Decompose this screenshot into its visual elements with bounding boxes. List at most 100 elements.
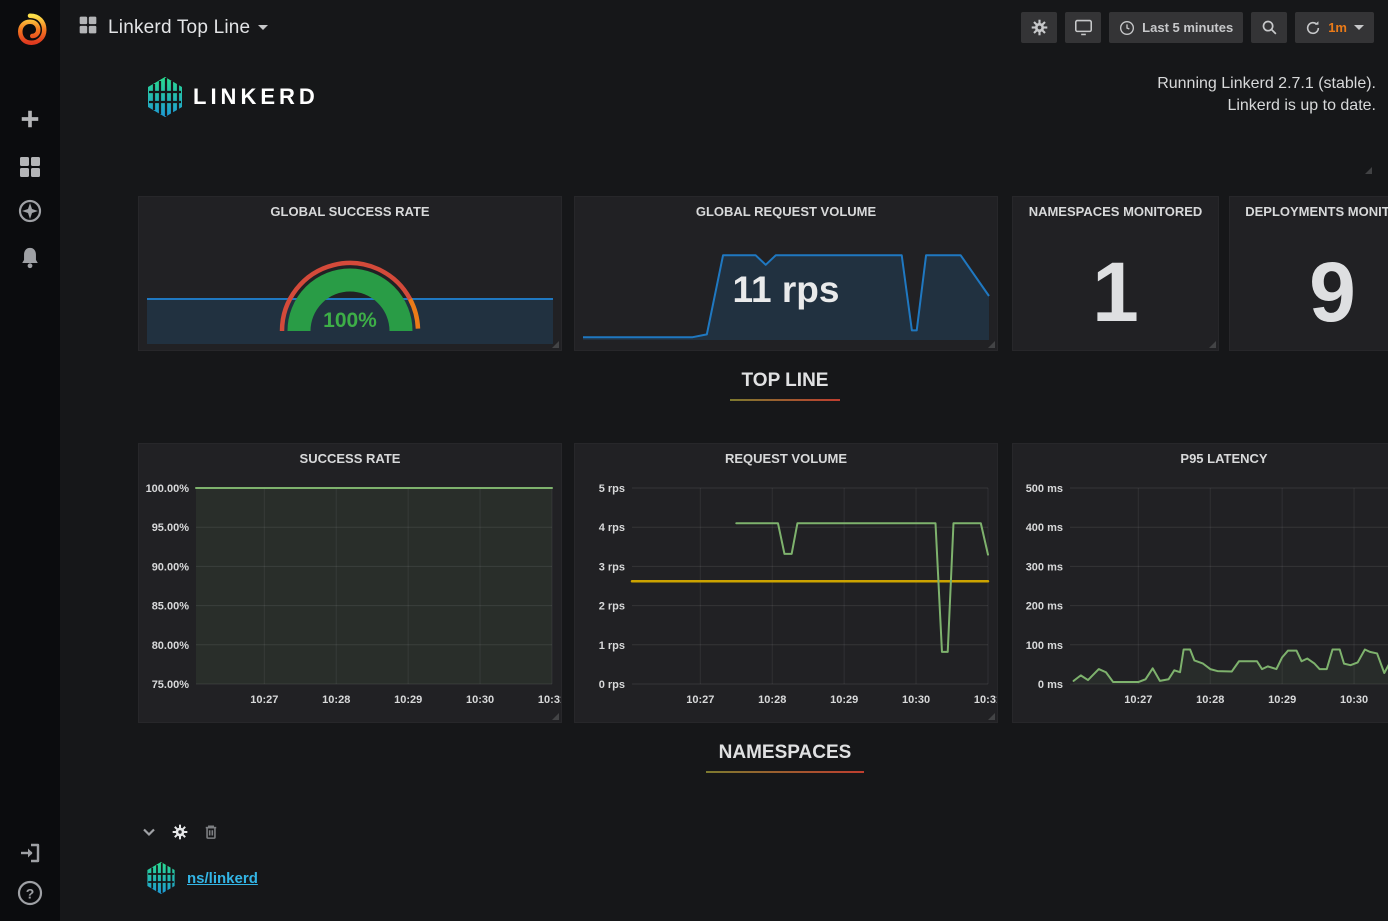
section-title: TOP LINE <box>742 370 829 399</box>
svg-text:10:28: 10:28 <box>322 694 350 706</box>
svg-text:10:28: 10:28 <box>1196 694 1224 706</box>
panel-title[interactable]: REQUEST VOLUME <box>575 451 997 466</box>
magnifier-icon <box>1261 19 1278 36</box>
alerting-bell-icon[interactable] <box>0 238 60 278</box>
section-title: NAMESPACES <box>719 742 852 771</box>
namespace-row: ns/linkerd <box>145 860 258 896</box>
request-volume-chart[interactable]: 10:27 10:28 10:29 10:30 10:31 5 rps 4 rps 3 rps… <box>575 472 997 722</box>
refresh-button[interactable]: 1m <box>1295 12 1374 43</box>
svg-text:100.00%: 100.00% <box>146 483 190 495</box>
dashboard-grid-icon[interactable] <box>78 15 98 40</box>
row-collapse-chevron-icon[interactable] <box>142 827 156 837</box>
svg-text:10:29: 10:29 <box>394 694 422 706</box>
svg-text:10:29: 10:29 <box>1268 694 1296 706</box>
svg-text:0 rps: 0 rps <box>599 679 625 691</box>
row-controls <box>142 824 218 840</box>
refresh-interval-label: 1m <box>1328 20 1347 35</box>
linkerd-brand: LINKERD <box>145 75 319 119</box>
dashboard-title: Linkerd Top Line <box>108 17 250 39</box>
svg-text:10:30: 10:30 <box>902 694 930 706</box>
cycle-view-button[interactable] <box>1065 12 1101 43</box>
svg-text:2 rps: 2 rps <box>599 601 625 613</box>
svg-text:?: ? <box>26 886 35 902</box>
svg-text:100 ms: 100 ms <box>1026 640 1063 652</box>
dashboard-settings-button[interactable] <box>1021 12 1057 43</box>
stat-value: 11 rps <box>575 269 997 311</box>
zoom-out-button[interactable] <box>1251 12 1287 43</box>
panel-resize-handle[interactable] <box>988 713 995 720</box>
p95-latency-chart[interactable]: 10:2710:2810:2910:3010:31500 ms400 ms300… <box>1013 472 1388 722</box>
time-range-button[interactable]: Last 5 minutes <box>1109 12 1243 43</box>
success-rate-chart[interactable]: 10:27 10:28 10:29 10:30 10:31 100.00% 95.00% 90… <box>139 472 561 722</box>
svg-text:80.00%: 80.00% <box>152 640 190 652</box>
stat-value: 1 <box>1013 235 1218 350</box>
svg-text:200 ms: 200 ms <box>1026 601 1063 613</box>
panel-request-volume[interactable]: REQUEST VOLUME 10:27 10:28 10:29 10:30 10:31… <box>574 443 998 723</box>
add-icon[interactable] <box>0 99 60 139</box>
dashboard-area: LINKERD Running Linkerd 2.7.1 (stable). … <box>60 55 1388 921</box>
linkerd-status-text: Running Linkerd 2.7.1 (stable). Linkerd … <box>1157 73 1376 117</box>
dashboard-title-dropdown[interactable]: Linkerd Top Line <box>108 17 268 39</box>
panel-resize-handle[interactable] <box>552 713 559 720</box>
grafana-logo[interactable] <box>0 8 60 52</box>
brand-text: LINKERD <box>193 84 319 110</box>
svg-text:5 rps: 5 rps <box>599 483 625 495</box>
linkerd-logo-icon <box>145 75 185 119</box>
panel-success-rate[interactable]: SUCCESS RATE 10:2710:2810:2910:3010:3110… <box>138 443 562 723</box>
chevron-down-icon <box>1354 25 1364 30</box>
panel-resize-handle[interactable] <box>1209 341 1216 348</box>
svg-text:10:30: 10:30 <box>1340 694 1368 706</box>
time-range-label: Last 5 minutes <box>1142 20 1233 35</box>
svg-text:300 ms: 300 ms <box>1026 561 1063 573</box>
svg-text:75.00%: 75.00% <box>152 679 190 691</box>
chevron-down-icon <box>258 25 268 30</box>
svg-text:3 rps: 3 rps <box>599 561 625 573</box>
svg-text:10:27: 10:27 <box>1124 694 1152 706</box>
row-settings-gear-icon[interactable] <box>172 824 188 840</box>
panel-title[interactable]: DEPLOYMENTS MONITOR... <box>1230 204 1388 219</box>
svg-text:0 ms: 0 ms <box>1038 679 1063 691</box>
svg-text:400 ms: 400 ms <box>1026 522 1063 534</box>
sidebar: ? <box>0 0 60 921</box>
navbar: Linkerd Top Line Last 5 minutes <box>60 0 1388 55</box>
panel-resize-handle[interactable] <box>1365 167 1372 174</box>
row-delete-trash-icon[interactable] <box>204 824 218 840</box>
linkerd-logo-icon <box>145 860 177 896</box>
explore-compass-icon[interactable] <box>0 191 60 231</box>
monitor-icon <box>1074 19 1093 36</box>
svg-text:1 rps: 1 rps <box>599 640 625 652</box>
section-underline <box>730 399 840 401</box>
gauge-value: 100% <box>139 309 561 333</box>
panel-title[interactable]: NAMESPACES MONITORED <box>1013 204 1218 219</box>
panel-global-success-rate[interactable]: GLOBAL SUCCESS RATE 100% <box>138 196 562 351</box>
svg-text:10:27: 10:27 <box>686 694 714 706</box>
svg-text:4 rps: 4 rps <box>599 522 625 534</box>
svg-text:500 ms: 500 ms <box>1026 483 1063 495</box>
svg-text:10:29: 10:29 <box>830 694 858 706</box>
svg-text:10:31: 10:31 <box>974 694 997 706</box>
gear-icon <box>1031 19 1048 36</box>
panel-title[interactable]: SUCCESS RATE <box>139 451 561 466</box>
svg-text:10:31: 10:31 <box>538 694 561 706</box>
clock-icon <box>1119 20 1135 36</box>
panel-deployments-monitored[interactable]: DEPLOYMENTS MONITOR... 9 <box>1229 196 1388 351</box>
section-underline <box>706 771 864 773</box>
help-icon[interactable]: ? <box>0 873 60 913</box>
panel-global-request-volume[interactable]: GLOBAL REQUEST VOLUME 11 rps <box>574 196 998 351</box>
svg-text:90.00%: 90.00% <box>152 561 190 573</box>
svg-text:10:28: 10:28 <box>758 694 786 706</box>
section-top-line[interactable]: TOP LINE <box>120 370 1388 401</box>
refresh-icon <box>1305 20 1321 36</box>
section-namespaces[interactable]: NAMESPACES <box>120 742 1388 773</box>
dashboards-icon[interactable] <box>0 147 60 187</box>
svg-text:10:30: 10:30 <box>466 694 494 706</box>
svg-text:95.00%: 95.00% <box>152 522 190 534</box>
stat-value: 9 <box>1230 235 1388 350</box>
sign-in-icon[interactable] <box>0 833 60 873</box>
panel-p95-latency[interactable]: P95 LATENCY 10:2710:2810:2910:3010:31500… <box>1012 443 1388 723</box>
svg-text:85.00%: 85.00% <box>152 601 190 613</box>
panel-title[interactable]: P95 LATENCY <box>1013 451 1388 466</box>
svg-text:10:27: 10:27 <box>250 694 278 706</box>
namespace-link[interactable]: ns/linkerd <box>187 870 258 887</box>
panel-namespaces-monitored[interactable]: NAMESPACES MONITORED 1 <box>1012 196 1219 351</box>
